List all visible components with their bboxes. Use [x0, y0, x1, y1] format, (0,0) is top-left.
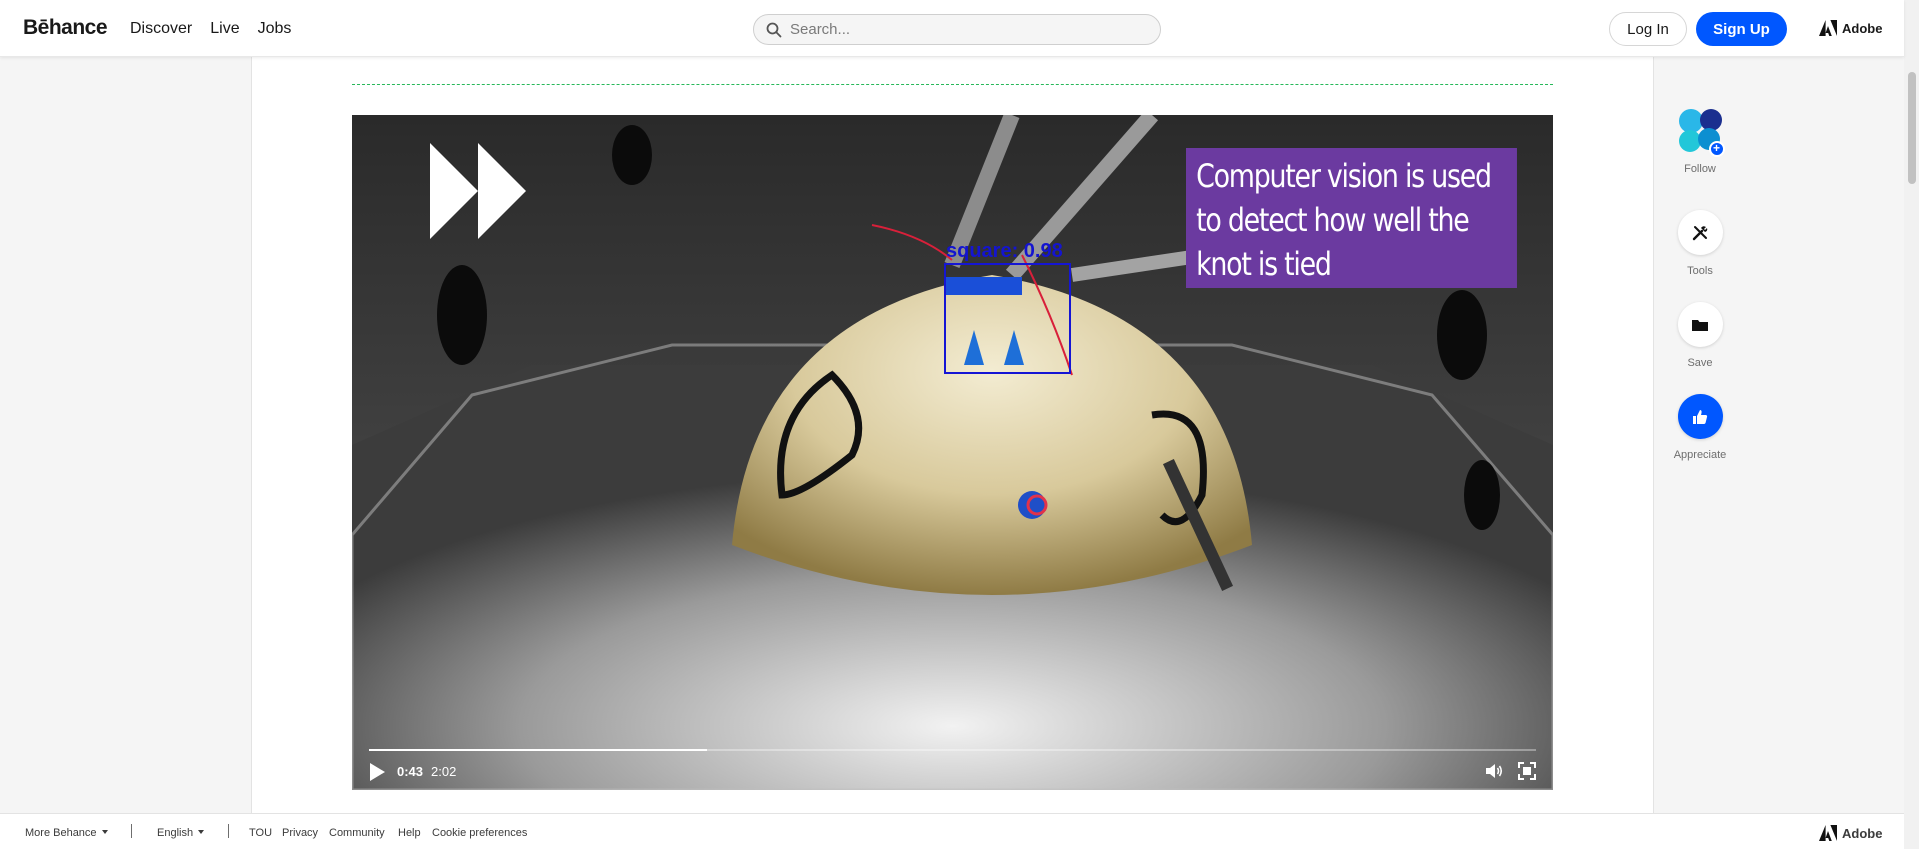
footer-separator	[228, 824, 229, 838]
thumbs-up-icon	[1693, 409, 1708, 424]
adobe-logo-icon	[1819, 20, 1837, 36]
more-behance-label: More Behance	[25, 827, 97, 839]
video-progress-fill	[369, 749, 708, 751]
footer-adobe-label: Adobe	[1842, 825, 1883, 841]
folder-icon	[1692, 319, 1708, 331]
footer-link-community[interactable]: Community	[329, 827, 385, 839]
search-input[interactable]	[790, 21, 1150, 38]
fast-forward-icon	[430, 143, 526, 239]
footer-link-tou[interactable]: TOU	[249, 827, 272, 839]
footer-adobe-link[interactable]: Adobe	[1819, 825, 1882, 841]
language-dropdown[interactable]: English	[157, 827, 205, 839]
behance-logo[interactable]: Bēhance	[23, 16, 108, 40]
search-icon	[766, 22, 782, 37]
adobe-label: Adobe	[1842, 20, 1883, 36]
signup-button[interactable]: Sign Up	[1696, 12, 1787, 46]
footer-separator	[131, 824, 132, 838]
tools-action[interactable]: Tools	[1676, 210, 1724, 277]
duration: 2:02	[431, 764, 457, 779]
top-navigation-bar: Bēhance Discover Live Jobs Log In Sign U…	[0, 0, 1904, 57]
fullscreen-icon[interactable]	[1518, 762, 1536, 780]
footer-link-help[interactable]: Help	[398, 827, 421, 839]
follow-action[interactable]: + Follow	[1676, 108, 1725, 175]
tools-button[interactable]	[1677, 210, 1723, 255]
detection-label: square: 0.98	[946, 240, 1063, 262]
adobe-logo-icon	[1819, 825, 1837, 841]
tools-icon	[1692, 225, 1708, 240]
login-button[interactable]: Log In	[1609, 12, 1687, 46]
creator-avatar[interactable]: +	[1678, 108, 1725, 157]
play-icon[interactable]	[368, 762, 386, 782]
video-player[interactable]: square: 0.98 Computer vision is used to …	[352, 115, 1553, 790]
save-button[interactable]	[1677, 302, 1723, 347]
language-label: English	[157, 827, 194, 839]
footer-link-cookie-preferences[interactable]: Cookie preferences	[432, 827, 527, 839]
appreciate-button[interactable]	[1677, 394, 1723, 439]
left-gutter	[0, 57, 252, 813]
appreciate-action[interactable]: Appreciate	[1674, 394, 1726, 461]
page-scrollbar[interactable]	[1904, 0, 1919, 849]
current-time: 0:43	[397, 764, 424, 779]
appreciate-label: Appreciate	[1673, 449, 1727, 461]
save-action[interactable]: Save	[1676, 302, 1724, 369]
nav-discover[interactable]: Discover	[130, 20, 192, 38]
follow-plus-icon: +	[1708, 141, 1725, 157]
more-behance-dropdown[interactable]: More Behance	[25, 827, 108, 839]
search-box[interactable]	[753, 14, 1161, 45]
detection-bounding-box	[944, 263, 1071, 374]
tools-label: Tools	[1687, 265, 1713, 277]
scrollbar-thumb[interactable]	[1908, 72, 1916, 184]
nav-live[interactable]: Live	[210, 20, 239, 38]
video-progress-bar[interactable]	[369, 749, 1536, 751]
chevron-down-icon	[198, 830, 205, 834]
footer-link-privacy[interactable]: Privacy	[282, 827, 318, 839]
footer: More Behance English TOU Privacy Communi…	[0, 813, 1904, 849]
volume-icon[interactable]	[1484, 761, 1504, 781]
section-divider	[352, 84, 1553, 85]
follow-label: Follow	[1684, 163, 1716, 175]
main-nav: Discover Live Jobs	[130, 20, 291, 38]
video-caption-overlay: Computer vision is used to detect how we…	[1186, 148, 1517, 288]
adobe-link[interactable]: Adobe	[1819, 20, 1882, 36]
save-label: Save	[1687, 357, 1713, 369]
chevron-down-icon	[101, 830, 108, 834]
nav-jobs[interactable]: Jobs	[258, 20, 292, 38]
